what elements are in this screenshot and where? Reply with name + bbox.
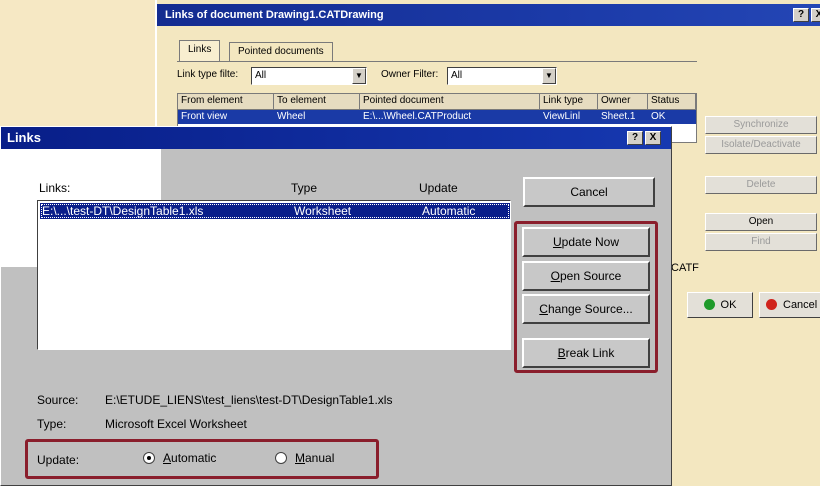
column-header-to-element[interactable]: To element xyxy=(274,94,360,110)
column-header-pointed-document[interactable]: Pointed document xyxy=(360,94,540,110)
bg-ok-label: OK xyxy=(720,299,737,311)
tab-links[interactable]: Links xyxy=(179,40,221,62)
column-header-owner[interactable]: Owner xyxy=(598,94,648,110)
bg-cancel-button[interactable]: Cancel xyxy=(759,292,820,318)
break-link-button[interactable]: Break Link xyxy=(522,338,650,368)
synchronize-button[interactable]: Synchronize xyxy=(705,116,817,134)
break-link-mnemonic: B xyxy=(557,346,566,360)
tab-divider xyxy=(177,61,697,62)
link-type-filter-label: Link type filte: xyxy=(177,69,239,80)
isolate-deactivate-button[interactable]: Isolate/Deactivate xyxy=(705,136,817,154)
change-source-label: hange Source... xyxy=(547,302,633,316)
open-source-button[interactable]: Open Source xyxy=(522,261,650,291)
cancel-x-icon xyxy=(766,299,777,310)
links-dialog-title: Links xyxy=(7,130,41,145)
help-button[interactable]: ? xyxy=(627,131,643,145)
ok-check-icon xyxy=(703,299,715,310)
automatic-label: utomatic xyxy=(171,451,217,465)
link-type-filter-combo[interactable]: All ▼ xyxy=(251,67,367,85)
column-header-link-type[interactable]: Link type xyxy=(540,94,598,110)
bg-close-button[interactable]: X xyxy=(811,8,820,22)
table-cell: Sheet.1 xyxy=(601,111,636,122)
link-type-filter-value: All xyxy=(255,70,267,81)
column-header-from-element[interactable]: From element xyxy=(178,94,274,110)
bg-cancel-label: Cancel xyxy=(783,299,818,311)
radio-selected-icon[interactable] xyxy=(143,452,155,464)
automatic-radio[interactable]: Automatic xyxy=(143,451,216,465)
column-header-status[interactable]: Status xyxy=(648,94,696,110)
bg-help-button[interactable]: ? xyxy=(793,8,809,22)
open-button[interactable]: Open xyxy=(705,213,817,231)
close-button[interactable]: X xyxy=(645,131,661,145)
bg-dialog-titlebar: Links of document Drawing1.CATDrawing xyxy=(157,4,820,26)
tab-pointed-documents[interactable]: Pointed documents xyxy=(229,42,333,62)
table-cell: ViewLinl xyxy=(543,111,581,122)
delete-button[interactable]: Delete xyxy=(705,176,817,194)
chevron-down-icon[interactable]: ▼ xyxy=(352,68,366,84)
change-source-button[interactable]: Change Source... xyxy=(522,294,650,324)
find-button[interactable]: Find xyxy=(705,233,817,251)
manual-label: anual xyxy=(305,451,335,465)
bg-ok-button[interactable]: OK xyxy=(687,292,753,318)
radio-unselected-icon[interactable] xyxy=(275,452,287,464)
catf-label: CATF xyxy=(671,262,699,274)
manual-radio[interactable]: Manual xyxy=(275,451,334,465)
owner-filter-label: Owner Filter: xyxy=(381,69,439,80)
table-cell: Wheel xyxy=(277,111,306,122)
chevron-down-icon[interactable]: ▼ xyxy=(542,68,556,84)
cancel-button[interactable]: Cancel xyxy=(523,177,655,207)
table-cell: OK xyxy=(651,111,666,122)
link-source-cell: E:\...\test-DT\DesignTable1.xls xyxy=(42,204,204,218)
links-dialog: Links ? X Links: Type Update E:\...\test… xyxy=(0,126,672,486)
owner-filter-value: All xyxy=(451,70,463,81)
break-link-label: reak Link xyxy=(565,346,615,360)
type-column-label: Type xyxy=(291,181,318,195)
source-value: E:\ETUDE_LIENS\test_liens\test-DT\Design… xyxy=(105,393,393,407)
type-label: Type: xyxy=(37,417,67,431)
table-cell: E:\...\Wheel.CATProduct xyxy=(363,111,472,122)
owner-filter-combo[interactable]: All ▼ xyxy=(447,67,557,85)
update-now-label: pdate Now xyxy=(561,235,620,249)
type-value: Microsoft Excel Worksheet xyxy=(105,417,247,431)
link-update-cell: Automatic xyxy=(422,204,476,218)
links-column-label: Links: xyxy=(39,181,71,195)
open-source-mnemonic: O xyxy=(550,269,560,283)
update-now-mnemonic: U xyxy=(552,235,562,249)
bg-dialog-title: Links of document Drawing1.CATDrawing xyxy=(165,9,384,21)
link-type-cell: Worksheet xyxy=(294,204,352,218)
source-label: Source: xyxy=(37,393,79,407)
table-cell: Front view xyxy=(181,111,228,122)
list-item[interactable]: E:\...\test-DT\DesignTable1.xls Workshee… xyxy=(40,203,510,219)
update-now-button[interactable]: Update Now xyxy=(522,227,650,257)
links-dialog-titlebar: Links xyxy=(1,127,671,149)
open-source-label: pen Source xyxy=(559,269,622,283)
manual-mnemonic: M xyxy=(295,451,305,465)
links-list[interactable]: E:\...\test-DT\DesignTable1.xls Workshee… xyxy=(37,200,511,350)
automatic-mnemonic: A xyxy=(163,451,172,465)
change-source-mnemonic: C xyxy=(539,302,548,316)
update-label: Update: xyxy=(37,453,80,467)
update-column-label: Update xyxy=(419,181,458,195)
